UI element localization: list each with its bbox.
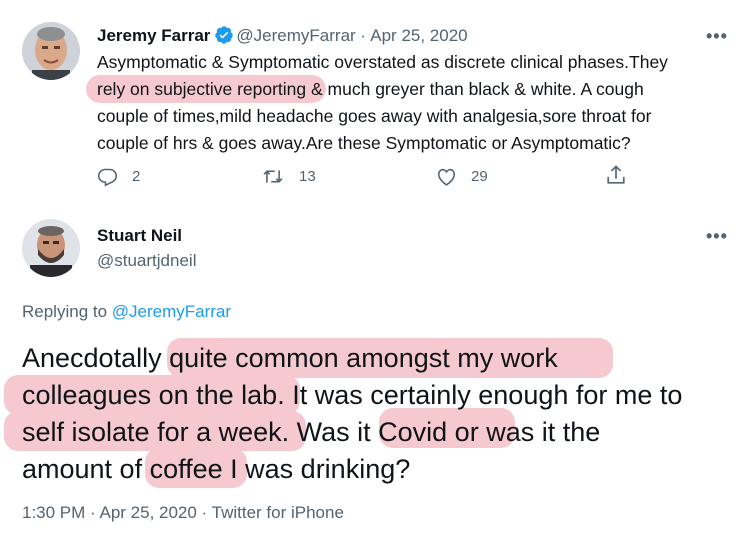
tweet1-highlighted-phrase: rely on subjective reporting xyxy=(97,79,307,99)
tweet1-handle[interactable]: @JeremyFarrar xyxy=(236,26,355,45)
avatar-jeremy-farrar[interactable] xyxy=(22,22,80,80)
tweet2-highlighted-phrase: Covid or xyxy=(378,417,479,447)
tweet2-highlighted-phrase: coffee xyxy=(149,454,223,484)
tweet2-author-name[interactable]: Stuart Neil xyxy=(97,226,182,246)
tweet2-text-segment: amount of xyxy=(22,454,150,484)
like-count: 29 xyxy=(471,168,488,185)
tweet2-text-segment: Anecdotally xyxy=(22,343,170,373)
tweet1-text-line4: couple of hrs & goes away.Are these Symp… xyxy=(97,133,631,153)
tweet1-dot: · xyxy=(360,26,366,45)
tweet2-text-line2: colleagues on the lab. It was certainly … xyxy=(22,377,682,414)
reply-count: 2 xyxy=(132,168,141,185)
tweet2-text: Anecdotally quite common amongst my work… xyxy=(22,340,682,488)
tweet1-text-line1: Asymptomatic & Symptomatic overstated as… xyxy=(97,52,668,72)
tweet2-text-segment: was it the xyxy=(478,417,601,447)
tweet2-handle[interactable]: @stuartjdneil xyxy=(97,251,196,271)
verified-badge-icon xyxy=(215,26,234,44)
tweet1-header: Jeremy Farrar @JeremyFarrar · Apr 25, 202… xyxy=(97,25,468,46)
retweet-action[interactable]: 13 xyxy=(261,166,316,187)
replying-to-label: Replying to xyxy=(22,302,112,321)
tweet2-text-line4: amount of coffee I was drinking? xyxy=(22,451,682,488)
tweet2-highlighted-phrase: colleagues on the lab. xyxy=(22,380,285,410)
heart-icon xyxy=(437,168,456,186)
tweet2-text-segment: Was it xyxy=(289,417,379,447)
like-action[interactable]: 29 xyxy=(436,166,488,187)
share-icon xyxy=(607,165,625,184)
tweet2-highlighted-phrase: quite common amongst my work xyxy=(169,343,558,373)
retweet-icon xyxy=(263,170,283,183)
tweet1-more-icon[interactable]: ••• xyxy=(706,26,728,47)
tweet1-text-line2: rely on subjective reporting & much grey… xyxy=(97,76,668,103)
tweet1-date[interactable]: Apr 25, 2020 xyxy=(370,26,467,45)
tweet2-highlighted-phrase: self isolate for a week. xyxy=(22,417,290,447)
tweet2-timestamp[interactable]: 1:30 PM · Apr 25, 2020 · Twitter for iPh… xyxy=(22,503,344,523)
avatar-stuart-neil[interactable] xyxy=(22,219,80,277)
tweet2-more-icon[interactable]: ••• xyxy=(706,226,728,247)
tweet1-text-line2-rest: & much greyer than black & white. A coug… xyxy=(306,79,644,99)
tweet2-text-segment: It was certainly enough for me to xyxy=(284,380,683,410)
tweet2-text-line1: Anecdotally quite common amongst my work xyxy=(22,340,682,377)
tweet1-author-name[interactable]: Jeremy Farrar xyxy=(97,26,210,45)
tweet1-text-line3: couple of times,mild headache goes away … xyxy=(97,106,652,126)
tweet2-text-segment: I was drinking? xyxy=(222,454,411,484)
replying-to: Replying to @JeremyFarrar xyxy=(22,302,231,322)
reply-icon xyxy=(97,168,118,187)
avatar-photo xyxy=(22,22,80,80)
tweet2-text-line3: self isolate for a week. Was it Covid or… xyxy=(22,414,682,451)
tweet1-text: Asymptomatic & Symptomatic overstated as… xyxy=(97,49,668,157)
reply-action[interactable]: 2 xyxy=(97,166,140,187)
replying-to-handle[interactable]: @JeremyFarrar xyxy=(112,302,231,321)
share-action[interactable] xyxy=(605,164,641,186)
retweet-count: 13 xyxy=(299,168,316,185)
avatar-photo xyxy=(22,219,80,277)
